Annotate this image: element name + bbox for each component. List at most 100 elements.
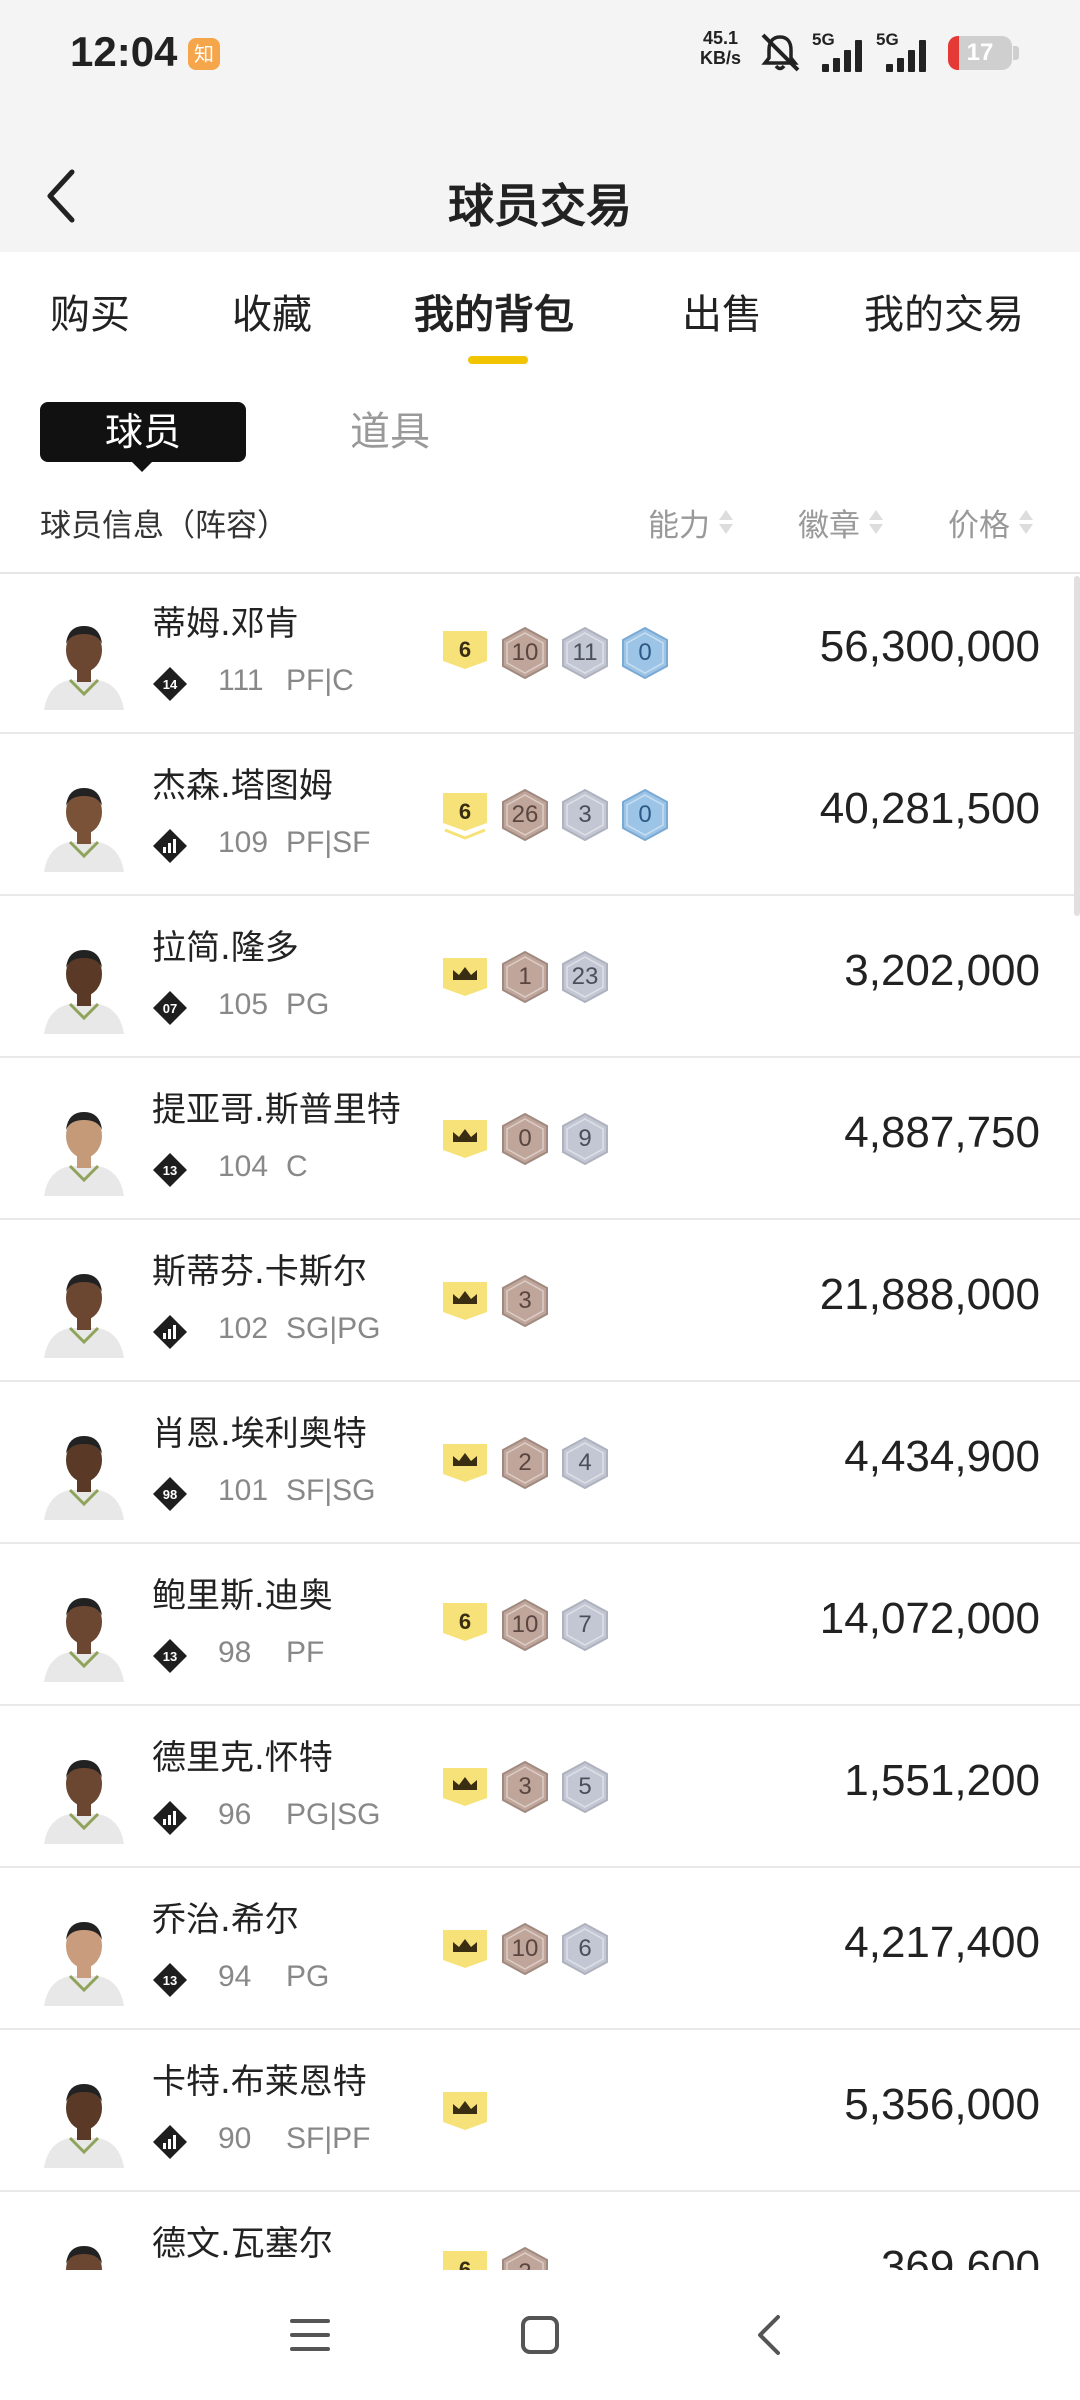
badge-count: 3 (518, 1773, 532, 1800)
bronze-badge-icon: 3 (500, 1760, 550, 1814)
player-row[interactable]: 德文.瓦塞尔 6 3 369,600 (0, 2194, 1080, 2270)
column-player-info: 球员信息（阵容） (40, 508, 288, 544)
player-position: PF|C (286, 664, 354, 697)
badge-count: 4 (578, 1449, 592, 1476)
player-ability: 90 (218, 2122, 252, 2155)
column-badge-sort[interactable]: 徽章 (798, 500, 884, 545)
silver-badge-icon: 4 (560, 1436, 610, 1490)
sort-arrows-icon (1018, 508, 1034, 538)
player-row[interactable]: 杰森.塔图姆 109 PF|SF 6 26 3 0 40,281,500 (0, 736, 1080, 896)
badge-group (440, 2084, 490, 2134)
blue-badge-icon: 0 (620, 626, 670, 680)
silver-badge-icon: 9 (560, 1112, 610, 1166)
column-price-sort[interactable]: 价格 (948, 500, 1034, 545)
home-icon[interactable] (510, 2305, 570, 2365)
rank-bars-icon (153, 1315, 187, 1349)
bronze-badge-icon: 0 (500, 1112, 550, 1166)
player-name: 鲍里斯.迪奥 (152, 1576, 333, 1616)
badge-count: 1 (518, 963, 532, 990)
rank-diamond-icon: 98 (153, 1477, 187, 1511)
tab-favorites[interactable]: 收藏 (232, 282, 312, 340)
badge-count: 5 (578, 1773, 592, 1800)
player-name: 德文.瓦塞尔 (152, 2224, 333, 2264)
player-name: 提亚哥.斯普里特 (152, 1090, 401, 1130)
player-row[interactable]: 乔治.希尔 13 94 PG 10 6 4,217,400 (0, 1870, 1080, 2030)
level-badge-number: 6 (459, 1609, 471, 1634)
player-ability: 96 (218, 1798, 252, 1831)
silver-badge-icon: 5 (560, 1760, 610, 1814)
rank-diamond-icon: 13 (153, 1639, 187, 1673)
network-speed-unit: KB/s (700, 48, 742, 68)
player-avatar-icon (44, 626, 124, 710)
player-name: 蒂姆.邓肯 (152, 604, 299, 644)
player-price: 1,551,200 (844, 1756, 1040, 1805)
player-row[interactable]: 德里克.怀特 96 PG|SG 3 5 1,551,200 (0, 1708, 1080, 1868)
player-position: SF|PF (286, 2122, 371, 2155)
badge-group: 6 10 7 (440, 1598, 610, 1652)
menu-icon[interactable] (280, 2305, 340, 2365)
page-title: 球员交易 (448, 179, 632, 233)
player-row[interactable]: 肖恩.埃利奥特 98 101 SF|SG 2 4 4,434,900 (0, 1384, 1080, 1544)
battery-tip (1013, 46, 1019, 60)
tab-my-trades[interactable]: 我的交易 (864, 282, 1024, 340)
subtab-items[interactable]: 道具 (350, 402, 430, 462)
crown-badge-icon (443, 1768, 487, 1806)
player-price: 21,888,000 (819, 1270, 1040, 1319)
blue-badge-icon: 0 (620, 788, 670, 842)
badge-count: 6 (578, 1935, 592, 1962)
player-avatar-icon (44, 788, 124, 872)
list-scrollbar[interactable] (1074, 576, 1080, 916)
player-name: 乔治.希尔 (152, 1900, 299, 1940)
badge-count: 10 (511, 1935, 539, 1962)
subtab-players[interactable]: 球员 (40, 402, 246, 462)
player-ability: 111 (218, 664, 264, 697)
level-badge-icon: 6 (443, 631, 487, 669)
player-row[interactable]: 鲍里斯.迪奥 13 98 PF 6 10 7 14,072,000 (0, 1546, 1080, 1706)
player-row[interactable]: 斯蒂芬.卡斯尔 102 SG|PG 3 21,888,000 (0, 1222, 1080, 1382)
status-time: 12:04 (70, 28, 178, 75)
bronze-badge-icon: 1 (500, 950, 550, 1004)
level-badge-number: 6 (459, 799, 471, 824)
player-row[interactable]: 拉简.隆多 07 105 PG 1 23 3,202,000 (0, 898, 1080, 1058)
rank-diamond-icon: 07 (153, 991, 187, 1025)
player-position: PG|SG (286, 1798, 381, 1831)
player-position: PF (286, 1636, 325, 1669)
back-icon[interactable] (740, 2305, 800, 2365)
network-speed-value: 45.1 (702, 28, 739, 48)
rank-number: 98 (163, 1487, 177, 1502)
tab-sell[interactable]: 出售 (682, 282, 762, 340)
rank-number: 13 (163, 1163, 177, 1178)
player-row[interactable]: 提亚哥.斯普里特 13 104 C 0 9 4,887,750 (0, 1060, 1080, 1220)
tab-buy[interactable]: 购买 (50, 282, 130, 340)
player-price: 369,600 (880, 2242, 1040, 2270)
crown-badge-icon (443, 1930, 487, 1968)
player-list[interactable]: 蒂姆.邓肯 14 111 PF|C 6 10 11 0 56,300,000 杰… (0, 574, 1080, 2270)
player-avatar-icon (44, 1112, 124, 1196)
column-badge-label: 徽章 (798, 508, 860, 544)
silver-badge-icon: 3 (560, 788, 610, 842)
level-badge-icon: 6 (443, 793, 487, 840)
player-row[interactable]: 卡特.布莱恩特 90 SF|PF 5,356,000 (0, 2032, 1080, 2192)
badge-count: 10 (511, 639, 539, 666)
tab-my-backpack[interactable]: 我的背包 (414, 282, 574, 340)
active-tab-indicator (468, 356, 528, 364)
player-row[interactable]: 蒂姆.邓肯 14 111 PF|C 6 10 11 0 56,300,000 (0, 574, 1080, 734)
badge-count: 0 (638, 639, 652, 666)
rank-bars-icon (153, 1801, 187, 1835)
sim1-signal-icon: 5G (812, 30, 872, 74)
player-price: 56,300,000 (819, 622, 1040, 671)
column-ability-sort[interactable]: 能力 (648, 500, 734, 545)
player-ability: 101 (218, 1474, 269, 1507)
player-ability: 98 (218, 1636, 252, 1669)
rank-number: 13 (163, 1973, 177, 1988)
rank-diamond-icon: 13 (153, 1963, 187, 1997)
level-badge-icon: 6 (443, 1603, 487, 1641)
bronze-badge-icon: 3 (500, 2246, 550, 2270)
badge-count: 23 (571, 963, 599, 990)
silver-badge-icon: 7 (560, 1598, 610, 1652)
player-position: PG (286, 1960, 330, 1993)
silver-badge-icon: 6 (560, 1922, 610, 1976)
badge-count: 26 (511, 801, 539, 828)
rank-diamond-icon: 14 (153, 667, 187, 701)
system-navigation-bar (0, 2270, 1080, 2400)
